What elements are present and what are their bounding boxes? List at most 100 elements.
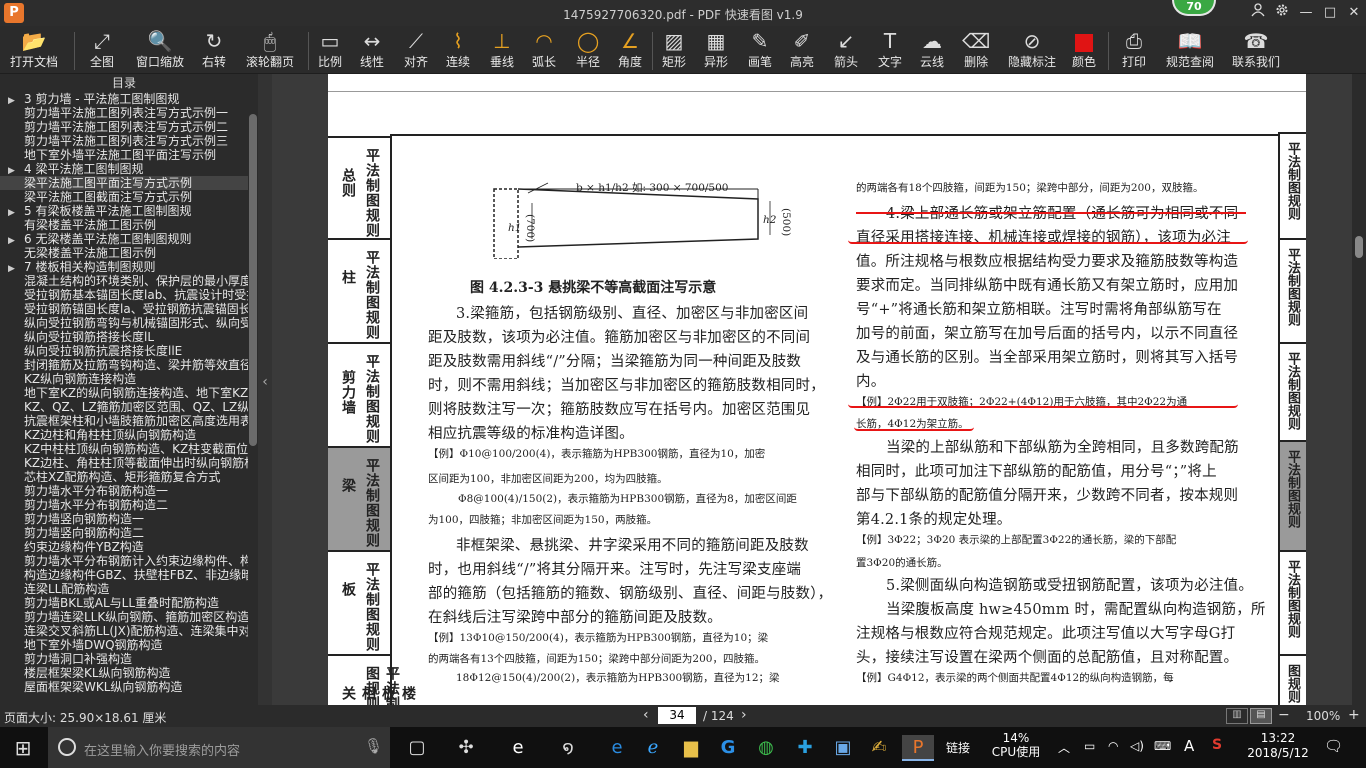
document-app-icon[interactable]: ▣	[830, 735, 856, 761]
next-page-button[interactable]: ›	[741, 707, 747, 723]
toc-item[interactable]: 剪力墙水平分布钢筋构造二	[0, 498, 248, 512]
toc-item[interactable]: 无梁楼盖平法施工图示例	[0, 246, 248, 260]
toc-item[interactable]: 纵向受拉钢筋搭接长度lL	[0, 330, 248, 344]
cloud-line-button[interactable]: ☁ 云线	[920, 28, 944, 72]
toc-item[interactable]: 约束边缘构件YBZ构造	[0, 540, 248, 554]
task-view-icon[interactable]: ▢	[404, 735, 430, 761]
window-zoom-button[interactable]: 🔍 窗口缩放	[136, 28, 184, 72]
gear-icon[interactable]	[1272, 3, 1292, 23]
toc-item[interactable]: 梁平法施工图平面注写方式示例	[0, 176, 248, 190]
toc-section[interactable]: ▶ 5 有梁板楼盖平法施工图制图规	[0, 204, 248, 218]
toc-section[interactable]: ▶ 6 无梁楼盖平法施工图制图规则	[0, 232, 248, 246]
toc-item[interactable]: 剪力墙平法施工图列表注写方式示例一	[0, 106, 248, 120]
toc-item[interactable]: KZ边柱、角柱柱顶等截面伸出时纵向钢筋构	[0, 456, 248, 470]
person-icon[interactable]	[1248, 3, 1268, 23]
file-explorer-icon[interactable]: ▆	[678, 735, 704, 761]
toc-item[interactable]: 剪力墙竖向钢筋构造二	[0, 526, 248, 540]
toc-section[interactable]: ▶ 7 楼板相关构造制图规则	[0, 260, 248, 274]
close-button[interactable]: ✕	[1344, 3, 1364, 23]
toc-item[interactable]: 地下室外墙DWQ钢筋构造	[0, 638, 248, 652]
collapse-sidebar-icon[interactable]: ‹	[258, 74, 272, 705]
toc-item[interactable]: 剪力墙洞口补强构造	[0, 652, 248, 666]
toc-item[interactable]: 连梁交叉斜筋LL(JX)配筋构造、连梁集中对	[0, 624, 248, 638]
text-button[interactable]: T 文字	[878, 28, 902, 72]
zoom-out-button[interactable]: −	[1278, 707, 1290, 723]
two-page-view-icon[interactable]: ▥	[1226, 708, 1248, 724]
pdf-viewer-taskbar-icon[interactable]: P	[902, 735, 934, 761]
app-pinwheel-icon[interactable]: ✣	[453, 735, 479, 761]
print-button[interactable]: ⎙ 打印	[1122, 28, 1146, 72]
page-number-input[interactable]: 34	[658, 707, 696, 724]
g-app-icon[interactable]: G	[715, 735, 741, 761]
tray-chevron-icon[interactable]: ︿	[1058, 739, 1070, 756]
standards-lookup-button[interactable]: 📖 规范查阅	[1166, 28, 1214, 72]
polygon-button[interactable]: ▦ 异形	[704, 28, 728, 72]
toc-item[interactable]: KZ中柱柱顶纵向钢筋构造、KZ柱变截面位置	[0, 442, 248, 456]
linear-measure-button[interactable]: ↔ 线性	[360, 28, 384, 72]
toc-section[interactable]: ▶ 4 梁平法施工图制图规	[0, 162, 248, 176]
radius-button[interactable]: ◯ 半径	[576, 28, 600, 72]
open-file-button[interactable]: 📂 打开文档	[10, 28, 58, 72]
windows-start-icon[interactable]: ⊞	[10, 735, 36, 761]
arrow-button[interactable]: ↙ 箭头	[834, 28, 858, 72]
single-page-view-icon[interactable]: ▤	[1250, 708, 1272, 724]
toc-item[interactable]: KZ纵向钢筋连接构造	[0, 372, 248, 386]
toc-item[interactable]: 抗震框架柱和小墙肢箍筋加密区高度选用表	[0, 414, 248, 428]
volume-icon[interactable]: ◁)	[1130, 739, 1144, 753]
toc-item[interactable]: 剪力墙平法施工图列表注写方式示例三	[0, 134, 248, 148]
rotate-right-button[interactable]: ↻ 右转	[202, 28, 226, 72]
pen-button[interactable]: ✎ 画笔	[748, 28, 772, 72]
hide-annotations-button[interactable]: ⊘ 隐藏标注	[1008, 28, 1056, 72]
aligned-measure-button[interactable]: ⟋ 对齐	[404, 28, 428, 72]
angle-button[interactable]: ∠ 角度	[618, 28, 642, 72]
expand-triangle-icon[interactable]: ▶	[8, 164, 24, 176]
sogou-icon[interactable]: S	[1212, 737, 1222, 753]
toc-item[interactable]: KZ边柱和角柱柱顶纵向钢筋构造	[0, 428, 248, 442]
expand-triangle-icon[interactable]: ▶	[8, 262, 24, 274]
color-button[interactable]: 颜色	[1072, 28, 1096, 72]
highlight-button[interactable]: ✐ 高亮	[790, 28, 814, 72]
expand-triangle-icon[interactable]: ▶	[8, 206, 24, 218]
viewer-scrollbar-thumb[interactable]	[1355, 236, 1363, 258]
green-browser-icon[interactable]: ◍	[753, 735, 779, 761]
toc-item[interactable]: 楼层框架梁KL纵向钢筋构造	[0, 666, 248, 680]
toc-item[interactable]: KZ、QZ、LZ箍筋加密区范围、QZ、LZ纵向钢	[0, 400, 248, 414]
toc-item[interactable]: 屋面框架梁WKL纵向钢筋构造	[0, 680, 248, 694]
contact-us-button[interactable]: ☎ 联系我们	[1232, 28, 1280, 72]
toc-item[interactable]: 受拉钢筋基本锚固长度lab、抗震设计时受拉	[0, 288, 248, 302]
toc-scrollbar-thumb[interactable]	[249, 114, 257, 446]
toc-item[interactable]: 剪力墙水平分布钢筋构造一	[0, 484, 248, 498]
note-app-icon[interactable]: ✍	[866, 735, 892, 761]
toc-item[interactable]: 地下室KZ的纵向钢筋连接构造、地下室KZ的	[0, 386, 248, 400]
maximize-button[interactable]: □	[1320, 3, 1340, 23]
scale-button[interactable]: ▭ 比例	[318, 28, 342, 72]
clock[interactable]: 13:22 2018/5/12	[1240, 731, 1316, 761]
toc-item[interactable]: 连梁LL配筋构造	[0, 582, 248, 596]
full-view-button[interactable]: ⤢ 全图	[90, 28, 114, 72]
toc-item[interactable]: 剪力墙BKL或AL与LL重叠时配筋构造	[0, 596, 248, 610]
toc-item[interactable]: 地下室外墙平法施工图平面注写示例	[0, 148, 248, 162]
edge-icon[interactable]: e	[604, 735, 630, 761]
viewer-scrollbar[interactable]	[1352, 74, 1366, 705]
wheel-page-button[interactable]: 🖱 滚轮翻页	[246, 28, 294, 72]
toc-item[interactable]: 剪力墙水平分布钢筋计入约束边缘构件、构	[0, 554, 248, 568]
toc-item[interactable]: 剪力墙连梁LLK纵向钢筋、箍筋加密区构造	[0, 610, 248, 624]
expand-triangle-icon[interactable]: ▶	[8, 234, 24, 246]
prev-page-button[interactable]: ‹	[643, 707, 649, 723]
battery-icon[interactable]: ▭	[1084, 739, 1095, 753]
toc-item[interactable]: 构造边缘构件GBZ、扶壁柱FBZ、非边缘暗柱	[0, 568, 248, 582]
delete-button[interactable]: ⌫ 删除	[962, 28, 990, 72]
continuous-measure-button[interactable]: ⌇ 连续	[446, 28, 470, 72]
arc-length-button[interactable]: ◠ 弧长	[532, 28, 556, 72]
toc-item[interactable]: 混凝土结构的环境类别、保护层的最小厚度	[0, 274, 248, 288]
ie-dark-icon[interactable]: e	[505, 735, 531, 761]
link-label[interactable]: 链接	[946, 739, 970, 756]
toc-item[interactable]: 纵向受拉钢筋抗震搭接长度llE	[0, 344, 248, 358]
rectangle-button[interactable]: ▨ 矩形	[662, 28, 686, 72]
microphone-icon[interactable]: 🎙	[364, 737, 383, 755]
minimize-button[interactable]: —	[1296, 3, 1316, 23]
zoom-in-button[interactable]: +	[1348, 707, 1360, 723]
toc-item[interactable]: 芯柱XZ配筋构造、矩形箍筋复合方式	[0, 470, 248, 484]
toc-item[interactable]: 剪力墙竖向钢筋构造一	[0, 512, 248, 526]
internet-explorer-icon[interactable]: ℯ	[640, 735, 666, 761]
